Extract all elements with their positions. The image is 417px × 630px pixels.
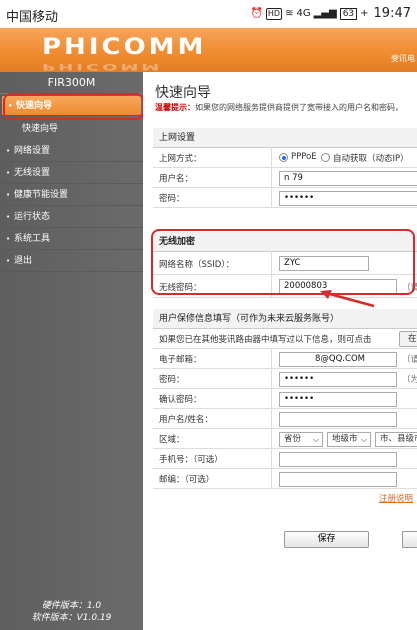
screen: 中国移动 ⏰ HD ≋ 4G ▂▄▆ 63 + 19:47 PHICOMM PH…	[0, 0, 417, 630]
sidebar-item-status[interactable]: 运行状态	[0, 206, 143, 228]
region-row: 区域： 省份 ⌵ 地级市 ⌵ 市、县级市	[153, 429, 417, 449]
province-value: 省份	[284, 434, 302, 444]
warranty-section-title: 用户保修信息填写（可作为未来云服务账号）	[153, 309, 417, 329]
register-row: 注册说明	[153, 489, 417, 505]
register-link[interactable]: 注册说明	[379, 492, 413, 504]
wifi-icon: ≋	[285, 7, 294, 19]
zip-label: 邮编：（可选）	[159, 475, 215, 485]
sidebar: FIR300M 快速向导 快速向导 网络设置 无线设置 健康节能设置 运行状态 …	[0, 72, 143, 630]
arrow-annotation-icon	[320, 290, 375, 308]
tip-label: 温馨提示：	[155, 103, 195, 112]
status-icons: ⏰ HD ≋ 4G ▂▄▆ 63 + 19:47	[250, 6, 411, 21]
internet-section: 上网设置 上网方式： PPPoE 自动获取（动态IP） 用户名： n 79 密码…	[153, 128, 417, 208]
sidebar-item-logout[interactable]: 退出	[0, 250, 143, 272]
page-title: 快速向导	[155, 85, 211, 101]
brand-logo-reflection: PHICOMM	[42, 61, 163, 72]
sidebar-item-energy[interactable]: 健康节能设置	[0, 184, 143, 206]
signal-icon: ▂▄▆	[313, 7, 337, 19]
email-hint: （请	[402, 355, 417, 365]
warranty-note-row: 如果您已在其他斐讯路由器中填写过以下信息，则可点击 在	[153, 329, 417, 349]
account-password-label: 密码：	[159, 375, 185, 385]
account-password-hint: （为	[402, 375, 417, 385]
router-header: PHICOMM PHICOMM 斐讯电	[0, 28, 417, 72]
hd-badge: HD	[265, 7, 283, 20]
clock: 19:47	[373, 6, 411, 21]
region-label: 区域：	[159, 435, 185, 445]
sidebar-item-wireless[interactable]: 无线设置	[0, 162, 143, 184]
dhcp-label: 自动获取（动态IP）	[333, 154, 409, 164]
name-row: 用户名/姓名：	[153, 409, 417, 429]
secondary-button[interactable]	[402, 531, 417, 548]
username-label: 用户名：	[159, 174, 194, 184]
phone-label: 手机号：（可选）	[159, 455, 223, 465]
nav-highlight-annotation	[3, 93, 144, 120]
pppoe-label: PPPoE	[291, 152, 317, 162]
sidebar-item-network[interactable]: 网络设置	[0, 140, 143, 162]
wan-password-input[interactable]: ••••••	[279, 191, 417, 206]
tip-text: 温馨提示：如果您的网络服务提供商提供了宽带接入的用户名和密码，	[155, 102, 403, 113]
sidebar-item-system-tools[interactable]: 系统工具	[0, 228, 143, 250]
email-row: 电子邮箱： 8@QQ.COM （请	[153, 349, 417, 369]
wan-password-label: 密码：	[159, 194, 185, 204]
zip-input[interactable]	[279, 472, 397, 487]
software-version: 软件版本：V1.0.19	[31, 613, 112, 623]
version-info: 硬件版本：1.0 软件版本：V1.0.19	[0, 600, 143, 624]
wireless-highlight-annotation	[151, 229, 415, 295]
brand-logo: PHICOMM	[42, 34, 207, 60]
network-type: 4G	[296, 7, 311, 19]
chevron-down-icon: ⌵	[360, 435, 367, 444]
email-input[interactable]: 8@QQ.COM	[279, 352, 397, 367]
username-input[interactable]: n 79	[279, 171, 417, 186]
phone-input[interactable]	[279, 452, 397, 467]
dhcp-radio[interactable]	[321, 153, 330, 162]
save-button[interactable]: 保存	[284, 531, 369, 548]
account-password-input[interactable]: ••••••	[279, 372, 397, 387]
email-label: 电子邮箱：	[159, 355, 202, 365]
main-content: 快速向导 温馨提示：如果您的网络服务提供商提供了宽带接入的用户名和密码， 上网设…	[143, 72, 417, 630]
alarm-icon: ⏰	[250, 7, 263, 19]
fetch-info-button[interactable]: 在	[399, 331, 417, 347]
carrier-name: 中国移动	[6, 10, 59, 25]
battery-level: 63	[339, 7, 358, 20]
tip-body: 如果您的网络服务提供商提供了宽带接入的用户名和密码，	[195, 103, 403, 112]
sidebar-subitem-quick-setup[interactable]: 快速向导	[0, 118, 143, 140]
charging-icon: +	[360, 7, 369, 19]
city-select[interactable]: 地级市 ⌵	[327, 432, 371, 447]
phone-row: 手机号：（可选）	[153, 449, 417, 469]
confirm-password-input[interactable]: ••••••	[279, 392, 397, 407]
district-value: 市、县级市	[380, 434, 417, 444]
pppoe-radio[interactable]	[279, 153, 288, 162]
warranty-section: 用户保修信息填写（可作为未来云服务账号） 如果您已在其他斐讯路由器中填写过以下信…	[153, 309, 417, 505]
router-model: FIR300M	[0, 72, 143, 94]
name-input[interactable]	[279, 412, 397, 427]
confirm-password-label: 确认密码：	[159, 395, 202, 405]
zip-row: 邮编：（可选）	[153, 469, 417, 489]
wan-mode-label: 上网方式：	[159, 154, 202, 164]
internet-section-title: 上网设置	[153, 128, 417, 148]
name-label: 用户名/姓名：	[159, 415, 213, 425]
status-bar: 中国移动 ⏰ HD ≋ 4G ▂▄▆ 63 + 19:47	[0, 0, 417, 28]
chevron-down-icon: ⌵	[312, 435, 319, 444]
wan-mode-row: 上网方式： PPPoE 自动获取（动态IP）	[153, 148, 417, 168]
account-password-row: 密码： •••••• （为	[153, 369, 417, 389]
district-select[interactable]: 市、县级市	[375, 432, 417, 447]
hardware-version: 硬件版本：1.0	[41, 601, 102, 611]
warranty-note: 如果您已在其他斐讯路由器中填写过以下信息，则可点击	[159, 335, 372, 345]
province-select[interactable]: 省份 ⌵	[279, 432, 323, 447]
city-value: 地级市	[332, 434, 358, 444]
header-right-text: 斐讯电	[391, 54, 415, 63]
username-row: 用户名： n 79	[153, 168, 417, 188]
wan-password-row: 密码： ••••••	[153, 188, 417, 208]
confirm-password-row: 确认密码： ••••••	[153, 389, 417, 409]
